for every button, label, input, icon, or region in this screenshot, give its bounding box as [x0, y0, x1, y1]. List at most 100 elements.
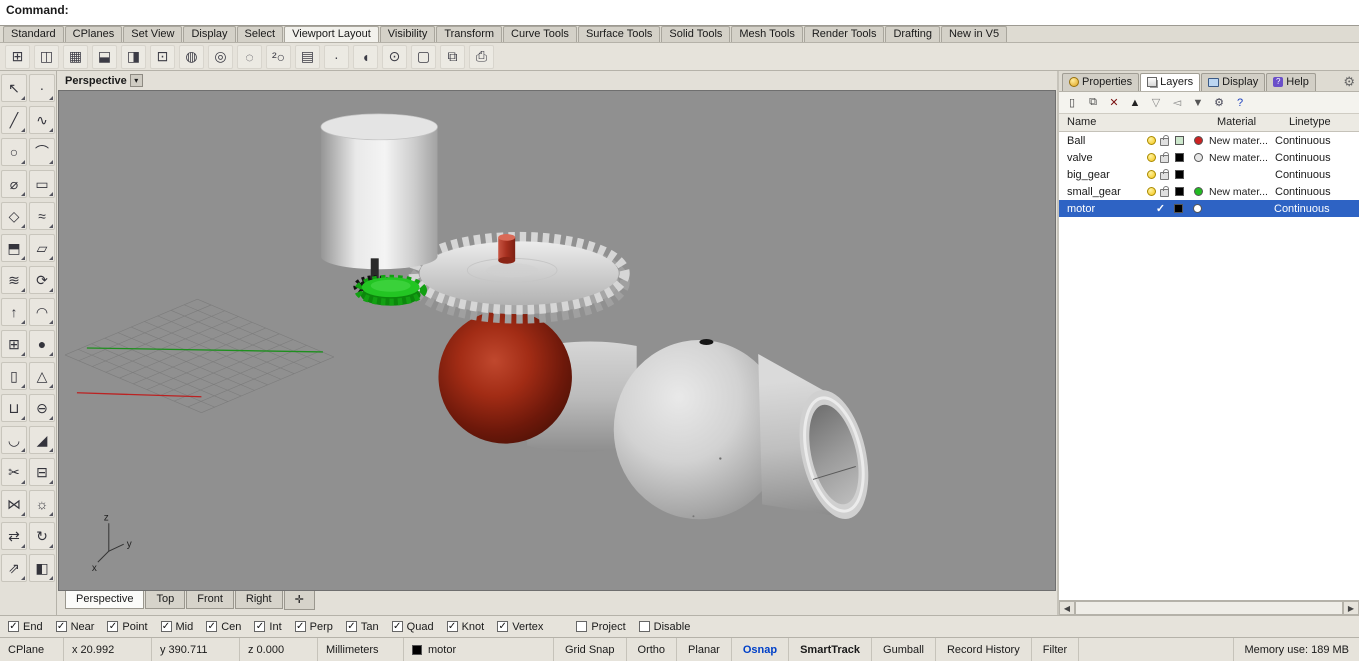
status-toggle[interactable]: Record History: [936, 638, 1032, 661]
scale-icon[interactable]: ⇗: [1, 554, 27, 582]
maximize-viewport-icon[interactable]: ⊡: [150, 44, 175, 69]
ball[interactable]: [438, 310, 572, 444]
curve-icon[interactable]: ∿: [29, 106, 55, 134]
layer-linetype[interactable]: Continuous: [1275, 135, 1359, 147]
menu-tab[interactable]: Viewport Layout: [284, 26, 379, 42]
viewport-menu-arrow-icon[interactable]: ▾: [129, 74, 143, 87]
osnap-toggle[interactable]: Vertex: [497, 621, 543, 633]
menu-tab[interactable]: Standard: [3, 26, 64, 42]
status-toggle[interactable]: Grid Snap: [554, 638, 627, 661]
print-icon[interactable]: ⎙: [469, 44, 494, 69]
layer-color-swatch[interactable]: [1174, 204, 1183, 213]
four-viewports-icon[interactable]: ◫: [34, 44, 59, 69]
menu-tab[interactable]: Solid Tools: [661, 26, 731, 42]
tab-display[interactable]: Display: [1201, 73, 1266, 91]
layer-color-swatch[interactable]: [1175, 136, 1184, 145]
viewport-tab[interactable]: Right: [234, 591, 283, 609]
delete-layer-icon[interactable]: ✕: [1105, 94, 1123, 112]
osnap-toggle[interactable]: Cen: [206, 621, 241, 633]
tab-properties[interactable]: Properties: [1062, 73, 1140, 91]
layers-hscrollbar[interactable]: ◀ ▶: [1059, 600, 1359, 615]
menu-tab[interactable]: Drafting: [885, 26, 940, 42]
viewport-grid-icon[interactable]: ▦: [63, 44, 88, 69]
zoom-2d-icon[interactable]: ²○: [266, 44, 291, 69]
command-bar[interactable]: Command:: [0, 0, 1359, 26]
named-views-icon[interactable]: ⧉: [440, 44, 465, 69]
menu-tab[interactable]: Curve Tools: [503, 26, 577, 42]
layer-lock-icon[interactable]: [1160, 152, 1169, 163]
move-down-icon[interactable]: ▽: [1147, 94, 1165, 112]
menu-tab[interactable]: Mesh Tools: [731, 26, 803, 42]
layer-on-bulb-icon[interactable]: [1147, 170, 1156, 179]
layer-color-swatch[interactable]: [1175, 153, 1184, 162]
menu-tab[interactable]: Set View: [123, 26, 183, 42]
layer-material-icon[interactable]: [1194, 153, 1203, 162]
standard-viewports-icon[interactable]: ⊞: [5, 44, 30, 69]
explode-icon[interactable]: ☼: [29, 490, 55, 518]
menu-tab[interactable]: Surface Tools: [577, 26, 661, 42]
osnap-toggle[interactable]: Perp: [294, 621, 333, 633]
menu-tab[interactable]: Display: [183, 26, 236, 42]
status-toggle[interactable]: Filter: [1032, 638, 1080, 661]
osnap-toggle[interactable]: Mid: [160, 621, 193, 633]
help-icon[interactable]: ?: [1231, 94, 1249, 112]
viewport-tab[interactable]: Front: [186, 591, 234, 609]
osnap-toggle[interactable]: Knot: [446, 621, 484, 633]
rectangle-icon[interactable]: ▭: [29, 170, 55, 198]
layer-material-icon[interactable]: [1193, 204, 1202, 213]
osnap-toggle[interactable]: Int: [254, 621, 282, 633]
boolean-union-icon[interactable]: ⊔: [1, 394, 27, 422]
shaded-viewport-icon[interactable]: ◍: [179, 44, 204, 69]
surface-icon[interactable]: ⬒: [1, 234, 27, 262]
status-toggle[interactable]: Ortho: [627, 638, 678, 661]
layer-material-icon[interactable]: [1194, 136, 1203, 145]
units-button[interactable]: Millimeters: [318, 638, 404, 661]
tab-layers[interactable]: Layers: [1140, 73, 1201, 91]
osnap-toggle[interactable]: Tan: [345, 621, 379, 633]
layer-on-bulb-icon[interactable]: [1147, 187, 1156, 196]
menu-tab[interactable]: Visibility: [379, 26, 436, 42]
curve-tools-icon[interactable]: ≈: [29, 202, 55, 230]
cplane-button[interactable]: CPlane: [0, 638, 64, 661]
camera-icon[interactable]: ⊙: [382, 44, 407, 69]
osnap-toggle[interactable]: Disable: [638, 621, 690, 633]
select-icon[interactable]: ↖: [1, 74, 27, 102]
osnap-toggle[interactable]: Near: [55, 621, 94, 633]
arc-icon[interactable]: ⌒: [29, 138, 55, 166]
menu-tab[interactable]: Transform: [436, 26, 503, 42]
column-header-name[interactable]: Name: [1067, 116, 1096, 128]
layer-linetype[interactable]: Continuous: [1275, 152, 1359, 164]
new-layer-icon[interactable]: ▯: [1063, 94, 1081, 112]
loft-icon[interactable]: ≋: [1, 266, 27, 294]
zoom-lens-icon[interactable]: ◌: [237, 44, 262, 69]
move-icon[interactable]: ⇄: [1, 522, 27, 550]
layer-linetype[interactable]: Continuous: [1274, 203, 1359, 215]
scroll-left-arrow-icon[interactable]: ◀: [1059, 601, 1075, 615]
scrollbar-thumb[interactable]: [1075, 601, 1343, 615]
layer-tools-icon[interactable]: ⚙: [1210, 94, 1228, 112]
cone-icon[interactable]: △: [29, 362, 55, 390]
revolve-icon[interactable]: ⟳: [29, 266, 55, 294]
join-icon[interactable]: ⋈: [1, 490, 27, 518]
mirror-icon[interactable]: ◧: [29, 554, 55, 582]
split-vertical-icon[interactable]: ◨: [121, 44, 146, 69]
layer-row[interactable]: big_gear ✓ Continuous: [1059, 166, 1359, 183]
box-icon[interactable]: ⊞: [1, 330, 27, 358]
split-icon[interactable]: ⊟: [29, 458, 55, 486]
sphere-icon[interactable]: ●: [29, 330, 55, 358]
layer-lock-icon[interactable]: [1160, 135, 1169, 146]
rotate-icon[interactable]: ↻: [29, 522, 55, 550]
plane-icon[interactable]: ▱: [29, 234, 55, 262]
menu-tab[interactable]: Render Tools: [803, 26, 885, 42]
tab-help[interactable]: Help: [1266, 73, 1316, 91]
cylinder-icon[interactable]: ▯: [1, 362, 27, 390]
column-header-linetype[interactable]: Linetype: [1289, 116, 1331, 128]
layer-linetype[interactable]: Continuous: [1275, 186, 1359, 198]
sweep-icon[interactable]: ◠: [29, 298, 55, 326]
trim-icon[interactable]: ✂: [1, 458, 27, 486]
chamfer-icon[interactable]: ◢: [29, 426, 55, 454]
viewport-canvas[interactable]: z y x: [58, 90, 1056, 591]
scroll-right-arrow-icon[interactable]: ▶: [1343, 601, 1359, 615]
status-toggle[interactable]: Gumball: [872, 638, 936, 661]
boolean-difference-icon[interactable]: ⊖: [29, 394, 55, 422]
